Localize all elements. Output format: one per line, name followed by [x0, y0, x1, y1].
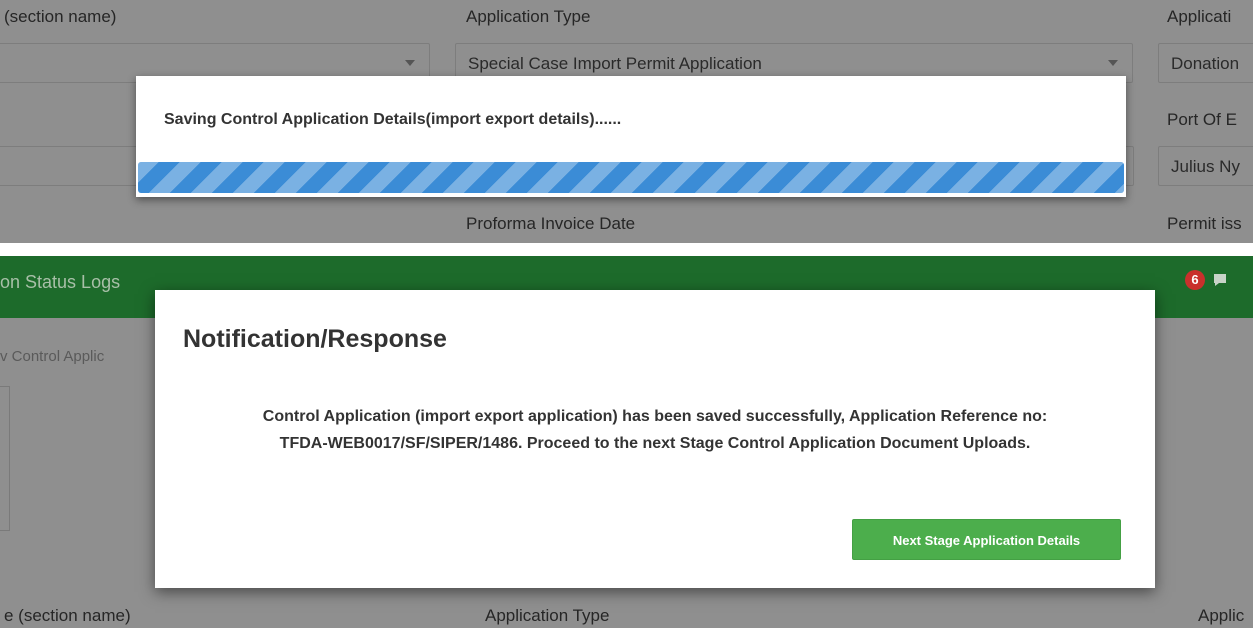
left-panel-box: [0, 386, 10, 531]
notification-dialog: Notification/Response Control Applicatio…: [155, 290, 1155, 588]
bottom-application-col3-label: Applic: [1198, 606, 1245, 625]
notification-message-line2: TFDA-WEB0017/SF/SIPER/1486. Proceed to t…: [279, 435, 1031, 452]
notification-message-line1: Control Application (import export appli…: [262, 408, 1048, 425]
status-logs-title: on Status Logs: [0, 272, 121, 292]
port-select[interactable]: Julius Ny: [1158, 146, 1253, 186]
section-name-label: (section name): [4, 7, 117, 26]
application-col3-value: Donation: [1171, 54, 1240, 73]
application-col3-select[interactable]: Donation: [1158, 43, 1253, 83]
progress-bar-fill: [138, 162, 1124, 193]
comment-icon[interactable]: [1212, 272, 1228, 288]
saving-dialog: Saving Control Application Details(impor…: [136, 76, 1126, 197]
progress-bar: [138, 162, 1124, 193]
notification-title: Notification/Response: [183, 325, 447, 353]
notification-message: Control Application (import export appli…: [155, 403, 1155, 457]
chevron-down-icon: [405, 60, 415, 66]
saving-message: Saving Control Application Details(impor…: [164, 111, 622, 128]
chevron-down-icon: [1108, 60, 1118, 66]
bottom-application-type-label: Application Type: [485, 606, 610, 625]
bottom-section-name-label: e (section name): [4, 606, 131, 625]
application-type-label: Application Type: [466, 7, 591, 26]
next-stage-button[interactable]: Next Stage Application Details: [852, 519, 1121, 560]
proforma-invoice-date-label: Proforma Invoice Date: [466, 214, 636, 233]
port-value: Julius Ny: [1171, 157, 1240, 176]
application-col3-label: Applicati: [1167, 7, 1232, 26]
notification-count-badge[interactable]: 6: [1185, 270, 1205, 290]
permit-issue-label: Permit iss: [1167, 214, 1242, 233]
application-type-value: Special Case Import Permit Application: [468, 54, 762, 73]
port-label: Port Of E: [1167, 110, 1237, 129]
control-application-label: v Control Applic: [0, 348, 105, 365]
top-form-panel: (section name) Application Type Applicat…: [0, 0, 1253, 243]
